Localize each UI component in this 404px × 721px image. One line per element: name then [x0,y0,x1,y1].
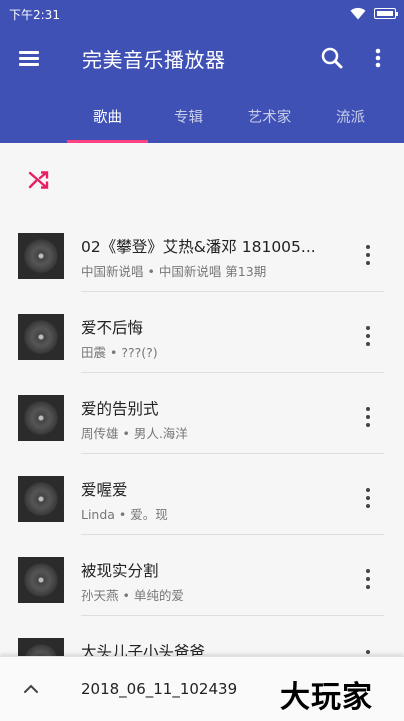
album-art [18,233,64,279]
disc-icon [24,482,58,516]
album-art [18,557,64,603]
song-row[interactable]: 爱喔爱 Linda • 爱。现 [0,454,404,535]
tab-albums[interactable]: 专辑 [148,90,229,143]
tab-genres[interactable]: 流派 [310,90,391,143]
song-title: 爱不后悔 [81,319,144,337]
song-row[interactable]: 02《攀登》艾热&潘邓 181005... 中国新说唱 • 中国新说唱 第13期 [0,211,404,292]
disc-icon [24,239,58,273]
song-subtitle: 孙天燕 • 单纯的爱 [81,588,184,603]
song-subtitle: 田震 • ???(?) [81,345,158,360]
shuffle-icon[interactable] [27,168,51,192]
song-subtitle: Linda • 爱。现 [81,507,168,522]
song-title: 爱的告别式 [81,400,159,418]
tab-bar: 歌曲 专辑 艺术家 流派 [0,90,404,143]
song-title: 被现实分割 [81,562,159,580]
song-row[interactable]: 爱不后悔 田震 • ???(?) [0,292,404,373]
tab-artists[interactable]: 艺术家 [229,90,310,143]
song-title: 爱喔爱 [81,481,128,499]
more-vert-icon[interactable] [356,324,380,348]
status-time: 下午2:31 [9,8,60,22]
watermark-logo: 大玩家 [280,680,373,715]
disc-icon [24,563,58,597]
song-list: 02《攀登》艾热&潘邓 181005... 中国新说唱 • 中国新说唱 第13期… [0,211,404,697]
wifi-icon [350,7,366,20]
album-art [18,395,64,441]
song-title: 02《攀登》艾热&潘邓 181005... [81,238,316,256]
shuffle-row [0,143,404,211]
song-subtitle: 中国新说唱 • 中国新说唱 第13期 [81,264,267,279]
more-vert-icon[interactable] [356,243,380,267]
search-icon[interactable] [318,44,346,72]
more-vert-icon[interactable] [356,486,380,510]
chevron-up-icon[interactable] [20,678,42,700]
song-row[interactable]: 爱的告别式 周传雄 • 男人.海洋 [0,373,404,454]
more-vert-icon[interactable] [366,44,390,72]
app-header: 下午2:31 完美音乐播放器 歌曲 专辑 艺术家 流派 [0,0,404,143]
song-row[interactable]: 被现实分割 孙天燕 • 单纯的爱 [0,535,404,616]
toolbar: 完美音乐播放器 [0,28,404,90]
battery-icon [374,8,398,19]
app-title: 完美音乐播放器 [82,48,226,72]
status-bar: 下午2:31 [0,0,404,28]
album-art [18,314,64,360]
album-art [18,476,64,522]
now-playing-title: 2018_06_11_102439 [81,680,238,698]
more-vert-icon[interactable] [356,405,380,429]
disc-icon [24,401,58,435]
menu-icon[interactable] [16,46,42,70]
more-vert-icon[interactable] [356,567,380,591]
disc-icon [24,320,58,354]
tab-songs[interactable]: 歌曲 [67,90,148,143]
song-subtitle: 周传雄 • 男人.海洋 [81,426,188,441]
